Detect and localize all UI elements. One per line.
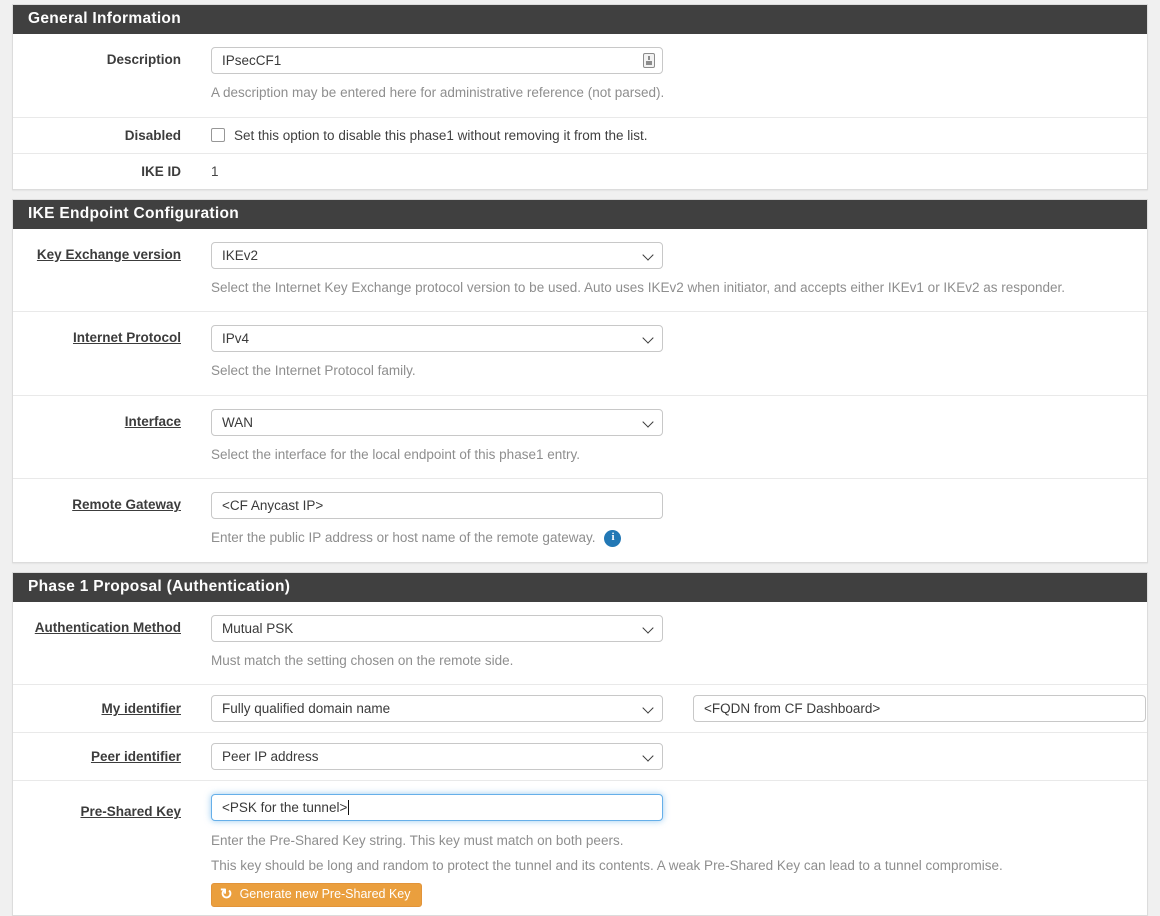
chevron-down-icon — [642, 249, 653, 260]
peer-identifier-row: Peer identifier Peer IP address — [13, 733, 1147, 781]
peer-identifier-select[interactable]: Peer IP address — [211, 743, 663, 770]
section-title-ike-endpoint: IKE Endpoint Configuration — [13, 200, 1147, 229]
description-input[interactable] — [211, 47, 663, 74]
chevron-down-icon — [642, 703, 653, 714]
internet-protocol-selected-value: IPv4 — [222, 331, 249, 346]
panel-phase1-proposal: Phase 1 Proposal (Authentication) Authen… — [12, 572, 1148, 916]
auth-method-label: Authentication Method — [35, 620, 181, 635]
peer-identifier-selected-value: Peer IP address — [222, 749, 319, 764]
ike-id-label: IKE ID — [141, 164, 181, 179]
psk-help-2: This key should be long and random to pr… — [211, 856, 1147, 876]
text-caret — [348, 800, 349, 815]
chevron-down-icon — [642, 416, 653, 427]
my-identifier-row: My identifier Fully qualified domain nam… — [13, 685, 1147, 733]
auth-method-selected-value: Mutual PSK — [222, 621, 293, 636]
psk-help-1: Enter the Pre-Shared Key string. This ke… — [211, 831, 1147, 851]
description-row: Description A description may be entered… — [13, 34, 1147, 118]
my-identifier-select[interactable]: Fully qualified domain name — [211, 695, 663, 722]
internet-protocol-help: Select the Internet Protocol family. — [211, 361, 1147, 381]
ipsec-phase1-form: General Information Description A descri… — [0, 0, 1160, 916]
psk-value: <PSK for the tunnel> — [222, 800, 347, 815]
section-title-phase1: Phase 1 Proposal (Authentication) — [13, 573, 1147, 602]
description-label: Description — [107, 52, 181, 67]
psk-row: Pre-Shared Key <PSK for the tunnel> Ente… — [13, 781, 1147, 914]
interface-select[interactable]: WAN — [211, 409, 663, 436]
auth-method-select[interactable]: Mutual PSK — [211, 615, 663, 642]
key-exchange-select[interactable]: IKEv2 — [211, 242, 663, 269]
interface-selected-value: WAN — [222, 415, 253, 430]
psk-label: Pre-Shared Key — [80, 804, 181, 819]
disabled-row: Disabled Set this option to disable this… — [13, 118, 1147, 154]
auth-method-help: Must match the setting chosen on the rem… — [211, 651, 1147, 671]
key-exchange-label: Key Exchange version — [37, 247, 181, 262]
section-title-general: General Information — [13, 5, 1147, 34]
ike-id-value: 1 — [211, 164, 1147, 179]
interface-help: Select the interface for the local endpo… — [211, 445, 1147, 465]
ike-id-row: IKE ID 1 — [13, 154, 1147, 189]
internet-protocol-row: Internet Protocol IPv4 Select the Intern… — [13, 312, 1147, 396]
internet-protocol-select[interactable]: IPv4 — [211, 325, 663, 352]
description-help: A description may be entered here for ad… — [211, 83, 1147, 103]
chevron-down-icon — [642, 751, 653, 762]
info-icon[interactable]: i — [604, 530, 621, 547]
chevron-down-icon — [642, 622, 653, 633]
panel-general-information: General Information Description A descri… — [12, 4, 1148, 190]
my-identifier-label: My identifier — [101, 701, 181, 716]
disabled-checkbox-label: Set this option to disable this phase1 w… — [234, 128, 647, 143]
remote-gateway-label: Remote Gateway — [72, 497, 181, 512]
remote-gateway-help: Enter the public IP address or host name… — [211, 528, 1147, 548]
remote-gateway-row: Remote Gateway Enter the public IP addre… — [13, 479, 1147, 562]
chevron-down-icon — [642, 332, 653, 343]
key-exchange-selected-value: IKEv2 — [222, 248, 258, 263]
internet-protocol-label: Internet Protocol — [73, 330, 181, 345]
peer-identifier-label: Peer identifier — [91, 749, 181, 764]
auth-method-row: Authentication Method Mutual PSK Must ma… — [13, 602, 1147, 686]
key-exchange-help: Select the Internet Key Exchange protoco… — [211, 278, 1147, 298]
generate-psk-button[interactable]: ↻ Generate new Pre-Shared Key — [211, 883, 422, 907]
my-identifier-input[interactable] — [693, 695, 1146, 722]
panel-ike-endpoint: IKE Endpoint Configuration Key Exchange … — [12, 199, 1148, 563]
interface-label: Interface — [125, 414, 181, 429]
refresh-icon: ↻ — [220, 887, 233, 902]
my-identifier-selected-value: Fully qualified domain name — [222, 701, 390, 716]
remote-gateway-input[interactable] — [211, 492, 663, 519]
key-exchange-row: Key Exchange version IKEv2 Select the In… — [13, 229, 1147, 313]
autofill-icon — [643, 53, 655, 68]
disabled-checkbox[interactable] — [211, 128, 225, 142]
generate-psk-button-label: Generate new Pre-Shared Key — [240, 887, 411, 901]
disabled-label: Disabled — [125, 128, 181, 143]
psk-input[interactable]: <PSK for the tunnel> — [211, 794, 663, 821]
interface-row: Interface WAN Select the interface for t… — [13, 396, 1147, 480]
